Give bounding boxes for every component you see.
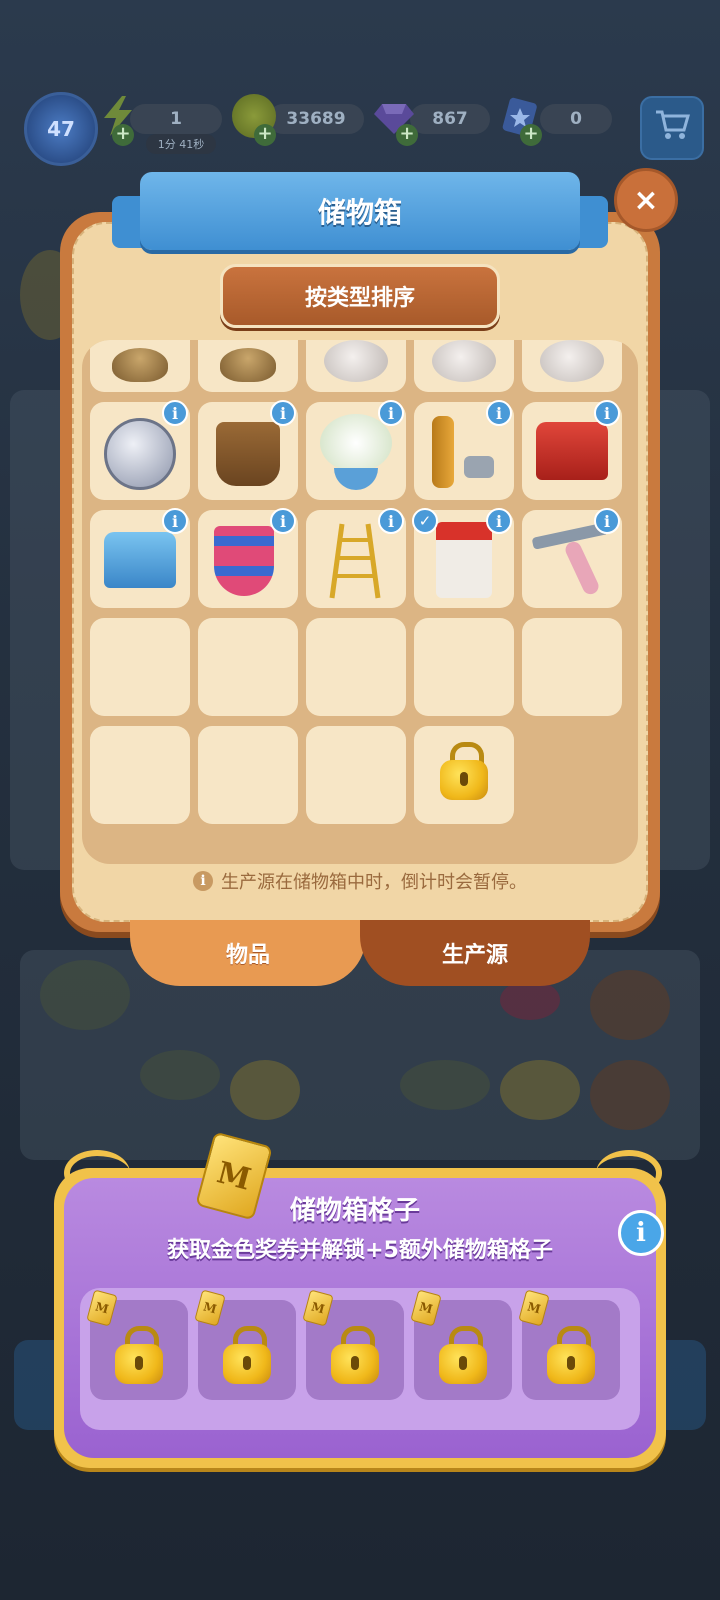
item-info-button[interactable]: i <box>270 508 296 534</box>
add-tickets-button[interactable]: + <box>520 124 542 146</box>
item-info-button[interactable]: i <box>270 400 296 426</box>
coins-value: 33689 <box>286 109 346 129</box>
energy-value: 1 <box>170 109 182 129</box>
tickets-counter: 0 <box>540 104 612 134</box>
padlock-icon <box>440 742 488 800</box>
item-info-button[interactable]: i <box>486 400 512 426</box>
empty-slot[interactable] <box>306 726 406 824</box>
storage-slot[interactable] <box>522 340 622 392</box>
red-chest-item-icon <box>536 422 608 480</box>
padlock-icon <box>115 1326 163 1384</box>
storage-slot[interactable] <box>414 340 514 392</box>
padlock-icon <box>547 1326 595 1384</box>
padlock-icon <box>331 1326 379 1384</box>
energy-counter: 1 <box>130 104 222 134</box>
tab-producers-label: 生产源 <box>441 943 508 968</box>
shop-button[interactable] <box>640 96 704 160</box>
storage-grid[interactable]: i i i i i i i i ✓ i i <box>82 340 638 864</box>
cart-icon <box>654 108 690 148</box>
item-info-button[interactable]: i <box>162 400 188 426</box>
wood-bucket-item-icon <box>216 422 280 486</box>
top-hud: 47 1 + 1分 41秒 33689 + 867 + 0 + <box>0 88 720 168</box>
background-item <box>590 1060 670 1130</box>
piggy-bank-item-icon <box>432 340 496 382</box>
empty-slot[interactable] <box>306 618 406 716</box>
storage-slot[interactable] <box>306 340 406 392</box>
info-icon: i <box>193 871 213 891</box>
background-item <box>500 1060 580 1120</box>
gems-value: 867 <box>432 109 468 129</box>
tab-items[interactable]: 物品 <box>130 920 366 986</box>
checkmark-icon: ✓ <box>412 508 438 534</box>
empty-slot[interactable] <box>198 618 298 716</box>
squeegee-handle-icon <box>562 539 602 597</box>
storage-title: 储物箱 <box>317 196 402 229</box>
padlock-icon <box>223 1326 271 1384</box>
storage-slot[interactable] <box>198 340 298 392</box>
item-info-button[interactable]: i <box>162 508 188 534</box>
close-icon: × <box>633 182 659 218</box>
empty-slot[interactable] <box>90 726 190 824</box>
bolt-icon <box>464 456 494 478</box>
energy-timer: 1分 41秒 <box>146 134 216 154</box>
piggy-bank-item-icon <box>324 340 388 382</box>
item-info-button[interactable]: i <box>594 508 620 534</box>
add-coins-button[interactable]: + <box>254 124 276 146</box>
storage-slot[interactable] <box>90 340 190 392</box>
hint-text: 生产源在储物箱中时，倒计时会暂停。 <box>221 872 527 893</box>
close-button[interactable]: × <box>614 168 678 232</box>
item-info-button[interactable]: i <box>594 400 620 426</box>
empty-slot[interactable] <box>414 618 514 716</box>
background-item <box>590 970 670 1040</box>
promo-subtitle: 获取金色奖券并解锁+5额外储物箱格子 <box>167 1238 553 1263</box>
sort-button-label: 按类型排序 <box>304 286 415 311</box>
item-info-button[interactable]: i <box>486 508 512 534</box>
sack-item-icon <box>220 348 276 382</box>
locked-slot[interactable] <box>414 726 514 824</box>
background-item <box>40 960 130 1030</box>
flower-bowl-item-icon <box>320 414 392 472</box>
item-info-button[interactable]: i <box>378 508 404 534</box>
background-item <box>230 1060 300 1120</box>
piggy-bank-item-icon <box>540 340 604 382</box>
pipe-and-bolts-item-icon <box>432 416 454 488</box>
paint-bag-item-icon <box>436 522 492 598</box>
promo-info-button[interactable]: i <box>618 1210 664 1256</box>
background-item <box>400 1060 490 1110</box>
flower-bowl-base-icon <box>334 468 378 490</box>
storage-hint: i 生产源在储物箱中时，倒计时会暂停。 <box>72 866 648 896</box>
storage-title-ribbon: 储物箱 <box>140 172 580 250</box>
empty-slot[interactable] <box>90 618 190 716</box>
level-number: 47 <box>47 117 75 141</box>
item-info-button[interactable]: i <box>378 400 404 426</box>
gems-counter: 867 <box>410 104 490 134</box>
coins-counter: 33689 <box>268 104 364 134</box>
padlock-icon <box>439 1326 487 1384</box>
knitted-sock-item-icon <box>214 526 274 596</box>
tickets-value: 0 <box>570 109 582 129</box>
empty-slot[interactable] <box>522 618 622 716</box>
empty-slot[interactable] <box>198 726 298 824</box>
sort-by-type-button[interactable]: 按类型排序 <box>220 264 500 328</box>
background-item <box>500 980 560 1020</box>
add-gems-button[interactable]: + <box>396 124 418 146</box>
silver-coin-item-icon <box>104 418 176 490</box>
level-badge[interactable]: 47 <box>24 92 98 166</box>
tab-items-label: 物品 <box>225 943 270 968</box>
blue-chest-item-icon <box>104 532 176 588</box>
sack-item-icon <box>112 348 168 382</box>
background-item <box>140 1050 220 1100</box>
add-energy-button[interactable]: + <box>112 124 134 146</box>
promo-title: 储物箱格子 <box>289 1196 420 1226</box>
tab-producers[interactable]: 生产源 <box>360 920 590 986</box>
ladder-item-icon <box>329 523 381 599</box>
